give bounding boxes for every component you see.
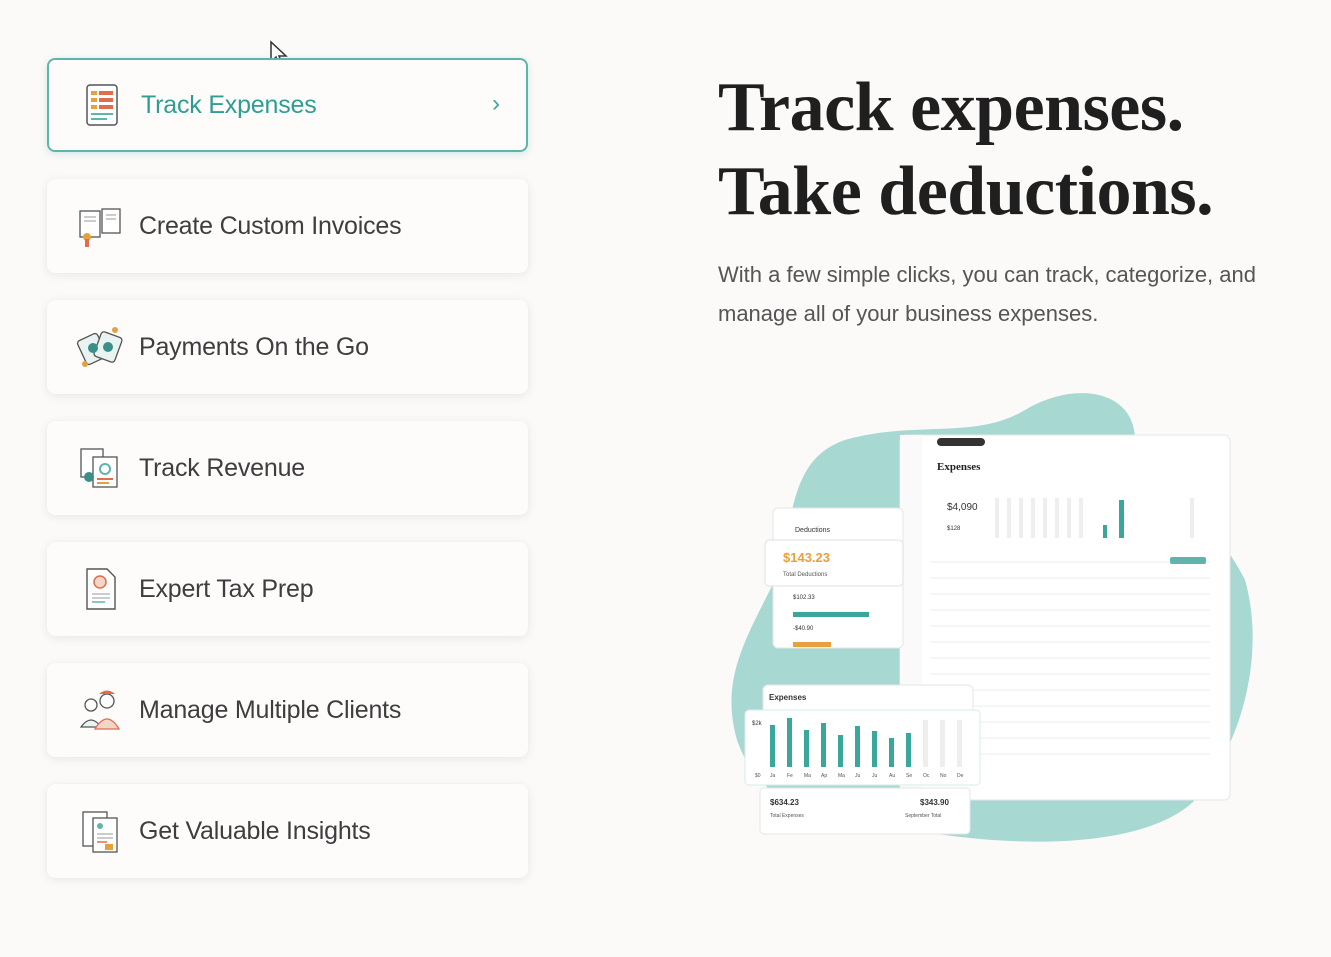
month-label: Ja (770, 773, 776, 779)
menu-item-label: Manage Multiple Clients (139, 695, 402, 724)
menu-item-manage-multiple-clients[interactable]: Manage Multiple Clients (47, 663, 528, 757)
hero-subtitle: With a few simple clicks, you can track,… (718, 262, 1256, 326)
menu-item-create-custom-invoices[interactable]: Create Custom Invoices (47, 179, 528, 273)
mockup-total-expenses-amount: $634.23 (770, 798, 799, 807)
menu-item-label: Payments On the Go (139, 332, 369, 361)
month-label: Se (906, 773, 912, 779)
menu-item-label: Track Expenses (141, 90, 317, 119)
mockup-deductions-title: Deductions (795, 527, 831, 534)
expense-report-icon (86, 84, 118, 126)
menu-item-payments-on-the-go[interactable]: Payments On the Go (47, 300, 528, 394)
menu-item-label: Expert Tax Prep (139, 574, 314, 603)
month-label: Ju (872, 773, 878, 779)
clients-people-icon (79, 690, 121, 730)
menu-item-label: Create Custom Invoices (139, 211, 402, 240)
month-label: Ma (838, 773, 845, 779)
invoice-icon (79, 208, 121, 247)
mockup-september-total-label: September Total (905, 813, 941, 819)
month-label: $0 (755, 773, 761, 779)
mockup-expenses-card-title: Expenses (769, 693, 807, 702)
menu-item-label: Get Valuable Insights (139, 816, 371, 845)
mockup-deduction-row-2: -$40.90 (793, 626, 814, 632)
headline-line-2: Take deductions. (718, 153, 1214, 230)
payment-cards-icon (76, 327, 123, 367)
menu-item-track-expenses[interactable]: Track Expenses › (47, 58, 528, 152)
chevron-right-icon: › (492, 90, 500, 117)
mockup-main-title: Expenses (937, 461, 981, 473)
insights-report-icon (82, 811, 118, 853)
month-label: No (940, 773, 947, 779)
month-label: Fe (787, 773, 793, 779)
month-label: Ju (855, 773, 861, 779)
menu-item-track-revenue[interactable]: Track Revenue (47, 421, 528, 515)
revenue-documents-icon (80, 448, 118, 488)
feature-menu: Track Expenses › Create Custom Invoices … (47, 58, 528, 905)
month-label: Ap (821, 773, 827, 779)
menu-item-label: Track Revenue (139, 453, 305, 482)
mockup-deduction-row-1: $102.33 (793, 595, 815, 601)
menu-item-expert-tax-prep[interactable]: Expert Tax Prep (47, 542, 528, 636)
mockup-september-total-amount: $343.90 (920, 798, 949, 807)
menu-item-get-valuable-insights[interactable]: Get Valuable Insights (47, 784, 528, 878)
mockup-deductions-label: Total Deductions (783, 572, 827, 578)
headline-line-1: Track expenses. (718, 69, 1184, 146)
mockup-expenses-axis-top: $2k (752, 721, 763, 727)
month-label: Au (889, 773, 895, 779)
month-label: De (957, 773, 964, 779)
mockup-main-amount: $4,090 (947, 502, 978, 513)
mockup-deductions-amount: $143.23 (783, 550, 830, 565)
mockup-total-expenses-label: Total Expenses (770, 813, 804, 819)
hero-headline: Track expenses. Take deductions. (718, 66, 1214, 234)
expenses-dashboard-illustration: Expenses $4,090 $128 Deductions $143.23 … (731, 393, 1253, 842)
month-label: Oc (923, 773, 930, 779)
tax-document-icon (86, 568, 116, 610)
mockup-main-amount-small: $128 (947, 526, 961, 532)
month-label: Ma (804, 773, 811, 779)
